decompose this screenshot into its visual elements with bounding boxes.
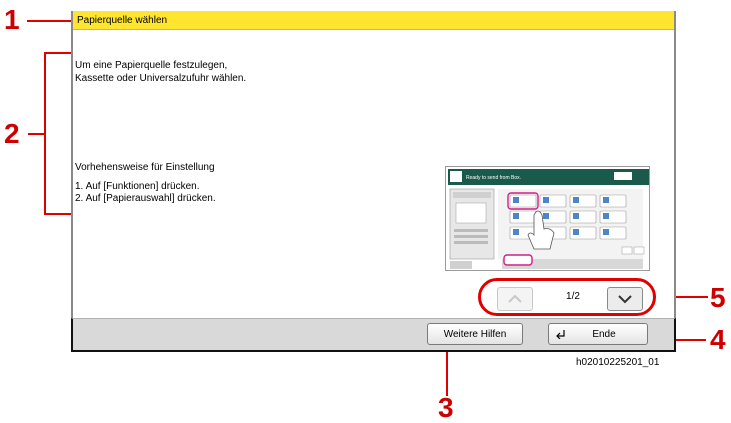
page-navigator: 1/2 bbox=[478, 278, 656, 316]
end-label: Ende bbox=[592, 328, 616, 340]
page-indicator: 1/2 bbox=[566, 291, 580, 302]
instruction-thumbnail: Ready to send from Box. bbox=[445, 166, 650, 271]
callout-1-line bbox=[27, 20, 73, 22]
dialog-footer: Weitere Hilfen Ende bbox=[71, 318, 676, 352]
step-item: 1. Auf [Funktionen] drücken. bbox=[75, 181, 200, 192]
more-help-button[interactable]: Weitere Hilfen bbox=[427, 323, 523, 345]
callout-2-bracket-vertical bbox=[44, 52, 46, 215]
callout-1: 1 bbox=[4, 4, 20, 35]
chevron-down-icon bbox=[618, 295, 632, 304]
step-item: 2. Auf [Papierauswahl] drücken. bbox=[75, 193, 216, 204]
callout-2-line bbox=[28, 133, 45, 135]
callout-4: 4 bbox=[710, 324, 726, 355]
dialog-title: Papierquelle wählen bbox=[73, 11, 674, 30]
callout-5: 5 bbox=[710, 282, 726, 313]
page-up-button[interactable] bbox=[497, 287, 533, 311]
callout-3: 3 bbox=[438, 392, 454, 423]
steps-heading: Vorhehensweise für Einstellung bbox=[75, 162, 215, 173]
return-arrow-icon bbox=[556, 330, 565, 339]
callout-2: 2 bbox=[4, 118, 20, 149]
thumbnail-header: Ready to send from Box. bbox=[466, 175, 521, 181]
page-down-button[interactable] bbox=[607, 287, 643, 311]
steps-list: 1. Auf [Funktionen] drücken. 2. Auf [Pap… bbox=[75, 181, 216, 205]
thumbnail-illustration: Ready to send from Box. bbox=[446, 167, 649, 270]
image-caption: h02010225201_01 bbox=[576, 357, 660, 368]
end-button[interactable]: Ende bbox=[548, 323, 648, 345]
more-help-label: Weitere Hilfen bbox=[443, 328, 507, 340]
chevron-up-icon bbox=[508, 294, 522, 303]
dialog-description: Um eine Papierquelle festzulegen, Kasset… bbox=[75, 60, 247, 84]
